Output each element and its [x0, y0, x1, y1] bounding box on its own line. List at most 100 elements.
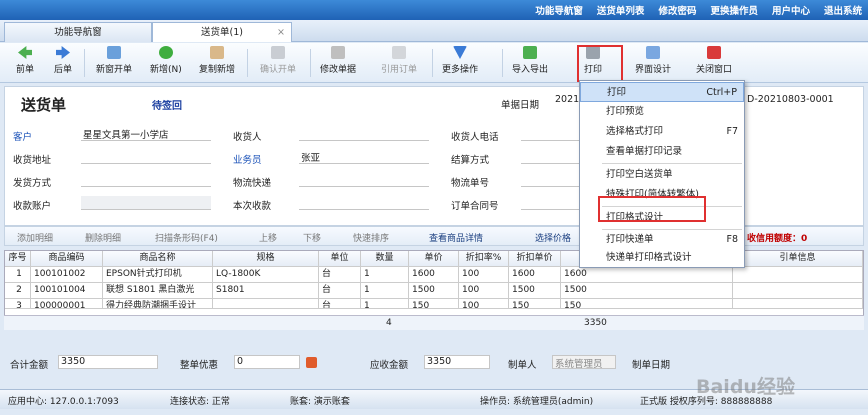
- this-receipt-field[interactable]: [299, 196, 429, 210]
- add-button[interactable]: 新增(N): [150, 46, 182, 75]
- top-bar: 功能导航窗 送货单列表 修改密码 更换操作员 用户中心 退出系统: [0, 0, 868, 20]
- book-status: 账套: 演示账套: [290, 397, 350, 407]
- col-header[interactable]: 折扣率%: [459, 251, 509, 267]
- tab-delivery[interactable]: 送货单(1) ×: [152, 22, 292, 42]
- top-menu-password[interactable]: 修改密码: [658, 3, 696, 17]
- salesman-field[interactable]: 张亚: [299, 150, 429, 164]
- cell: 1600: [509, 267, 561, 283]
- cell: LQ-1800K: [213, 267, 319, 283]
- menu-item-label: 打印: [607, 87, 627, 98]
- cell: 1600: [561, 267, 733, 283]
- tab-close-icon[interactable]: ×: [277, 23, 285, 42]
- choose-price-button[interactable]: 选择价格: [535, 231, 571, 244]
- operator-status: 操作员: 系统管理员(admin): [480, 397, 594, 407]
- status-badge: 待签回: [152, 101, 182, 112]
- doc-date-field[interactable]: 2021: [553, 94, 581, 108]
- menu-item-print-log[interactable]: 查看单据打印记录: [580, 142, 744, 162]
- window-icon: [107, 46, 121, 59]
- menu-item-print[interactable]: 打印 Ctrl+P: [580, 82, 744, 102]
- move-up-button[interactable]: 上移: [259, 231, 277, 244]
- next-button[interactable]: 后单: [54, 46, 72, 75]
- copy-add-label: 复制新增: [199, 65, 236, 75]
- col-header[interactable]: 商品编码: [31, 251, 103, 267]
- menu-item-express-format[interactable]: 快递单打印格式设计: [580, 248, 744, 268]
- add-row-button[interactable]: 添加明细: [17, 231, 53, 244]
- toolbar-divider: [310, 49, 311, 77]
- toolbar-divider: [84, 49, 85, 77]
- receiver-field[interactable]: [299, 127, 429, 141]
- new-window-button[interactable]: 新窗开单: [96, 46, 132, 75]
- edit-button[interactable]: 修改单据: [320, 46, 356, 75]
- customer-field[interactable]: 星星文具第一小学店: [81, 127, 211, 141]
- ship-label: 发货方式: [13, 178, 52, 189]
- prev-label: 前单: [16, 65, 35, 75]
- discount-field[interactable]: 0: [234, 355, 300, 369]
- ship-field[interactable]: [81, 173, 211, 187]
- salesman-label: 业务员: [233, 155, 262, 166]
- sort-button[interactable]: 快速排序: [353, 231, 389, 244]
- menu-item-print-express[interactable]: 打印快递单 F8: [580, 230, 744, 250]
- top-menu-user-center[interactable]: 用户中心: [772, 3, 810, 17]
- move-down-button[interactable]: 下移: [303, 231, 321, 244]
- express-field[interactable]: [299, 173, 429, 187]
- excel-icon: [523, 46, 537, 59]
- table-row[interactable]: 1 100101002 EPSON针式打印机 LQ-1800K 台 1 1600…: [5, 267, 863, 283]
- top-menu-switch-op[interactable]: 更换操作员: [710, 3, 758, 17]
- confirm-button[interactable]: 确认开单: [260, 46, 296, 75]
- doc-no-field[interactable]: D-20210803-0001: [745, 94, 861, 108]
- menu-item-print-blank[interactable]: 打印空白送货单: [580, 165, 744, 185]
- col-header[interactable]: 规格: [213, 251, 319, 267]
- table-row[interactable]: 3 100000001 得力经典防潮捆手设计 台 1 150 100 150 1…: [5, 299, 863, 309]
- edit-label: 修改单据: [320, 65, 357, 75]
- import-export-button[interactable]: 导入导出: [512, 46, 548, 75]
- grid-summary-row: 4 3350: [4, 315, 864, 330]
- settle-field[interactable]: [521, 150, 579, 164]
- col-header[interactable]: 单位: [319, 251, 361, 267]
- next-label: 后单: [54, 65, 73, 75]
- col-header[interactable]: 单价: [409, 251, 459, 267]
- cell: 150: [409, 299, 459, 309]
- col-header[interactable]: 引单信息: [733, 251, 863, 267]
- track-field[interactable]: [521, 173, 579, 187]
- scan-button[interactable]: 扫描条形码(F4): [155, 231, 218, 244]
- top-menu-list[interactable]: 送货单列表: [597, 3, 645, 17]
- col-header[interactable]: 折扣单价: [509, 251, 561, 267]
- prev-button[interactable]: 前单: [16, 46, 34, 75]
- cell: 1500: [409, 283, 459, 299]
- toolbar-divider: [432, 49, 433, 77]
- receiver-phone-field[interactable]: [521, 127, 579, 141]
- cell: 联想 S1801 黑白激光: [103, 283, 213, 299]
- cell: 得力经典防潮捆手设计: [103, 299, 213, 309]
- cell: 100101002: [31, 267, 103, 283]
- col-header[interactable]: 数量: [361, 251, 409, 267]
- layout-button[interactable]: 界面设计: [635, 46, 671, 75]
- close-window-button[interactable]: 关闭窗口: [696, 46, 732, 75]
- cell: 2: [5, 283, 31, 299]
- menu-item-label: 打印快递单: [606, 234, 654, 245]
- cell: 1: [361, 267, 409, 283]
- edit-discount-icon[interactable]: [306, 357, 317, 368]
- this-receipt-label: 本次收款: [233, 201, 272, 212]
- menu-item-label: 打印预览: [606, 106, 645, 117]
- contract-field[interactable]: [521, 196, 579, 210]
- del-row-button[interactable]: 删除明细: [85, 231, 121, 244]
- address-label: 收货地址: [13, 155, 52, 166]
- account-field[interactable]: [81, 196, 211, 210]
- more-button[interactable]: 更多操作: [442, 46, 478, 75]
- copy-add-button[interactable]: 复制新增: [199, 46, 235, 75]
- cell: 台: [319, 299, 361, 309]
- menu-item-preview[interactable]: 打印预览: [580, 102, 744, 122]
- top-menu-exit[interactable]: 退出系统: [824, 3, 862, 17]
- col-header[interactable]: 商品名称: [103, 251, 213, 267]
- cell: EPSON针式打印机: [103, 267, 213, 283]
- tab-nav[interactable]: 功能导航窗: [4, 22, 152, 42]
- menu-item-choose-format[interactable]: 选择格式打印 F7: [580, 122, 744, 142]
- top-menu-nav[interactable]: 功能导航窗: [535, 3, 583, 17]
- col-header[interactable]: 序号: [5, 251, 31, 267]
- tab-nav-label: 功能导航窗: [54, 27, 102, 38]
- table-row[interactable]: 2 100101004 联想 S1801 黑白激光 S1801 台 1 1500…: [5, 283, 863, 299]
- address-field[interactable]: [81, 150, 211, 164]
- view-goods-button[interactable]: 查看商品详情: [429, 231, 483, 244]
- cell: 100: [459, 299, 509, 309]
- ref-order-button[interactable]: 引用订单: [381, 46, 417, 75]
